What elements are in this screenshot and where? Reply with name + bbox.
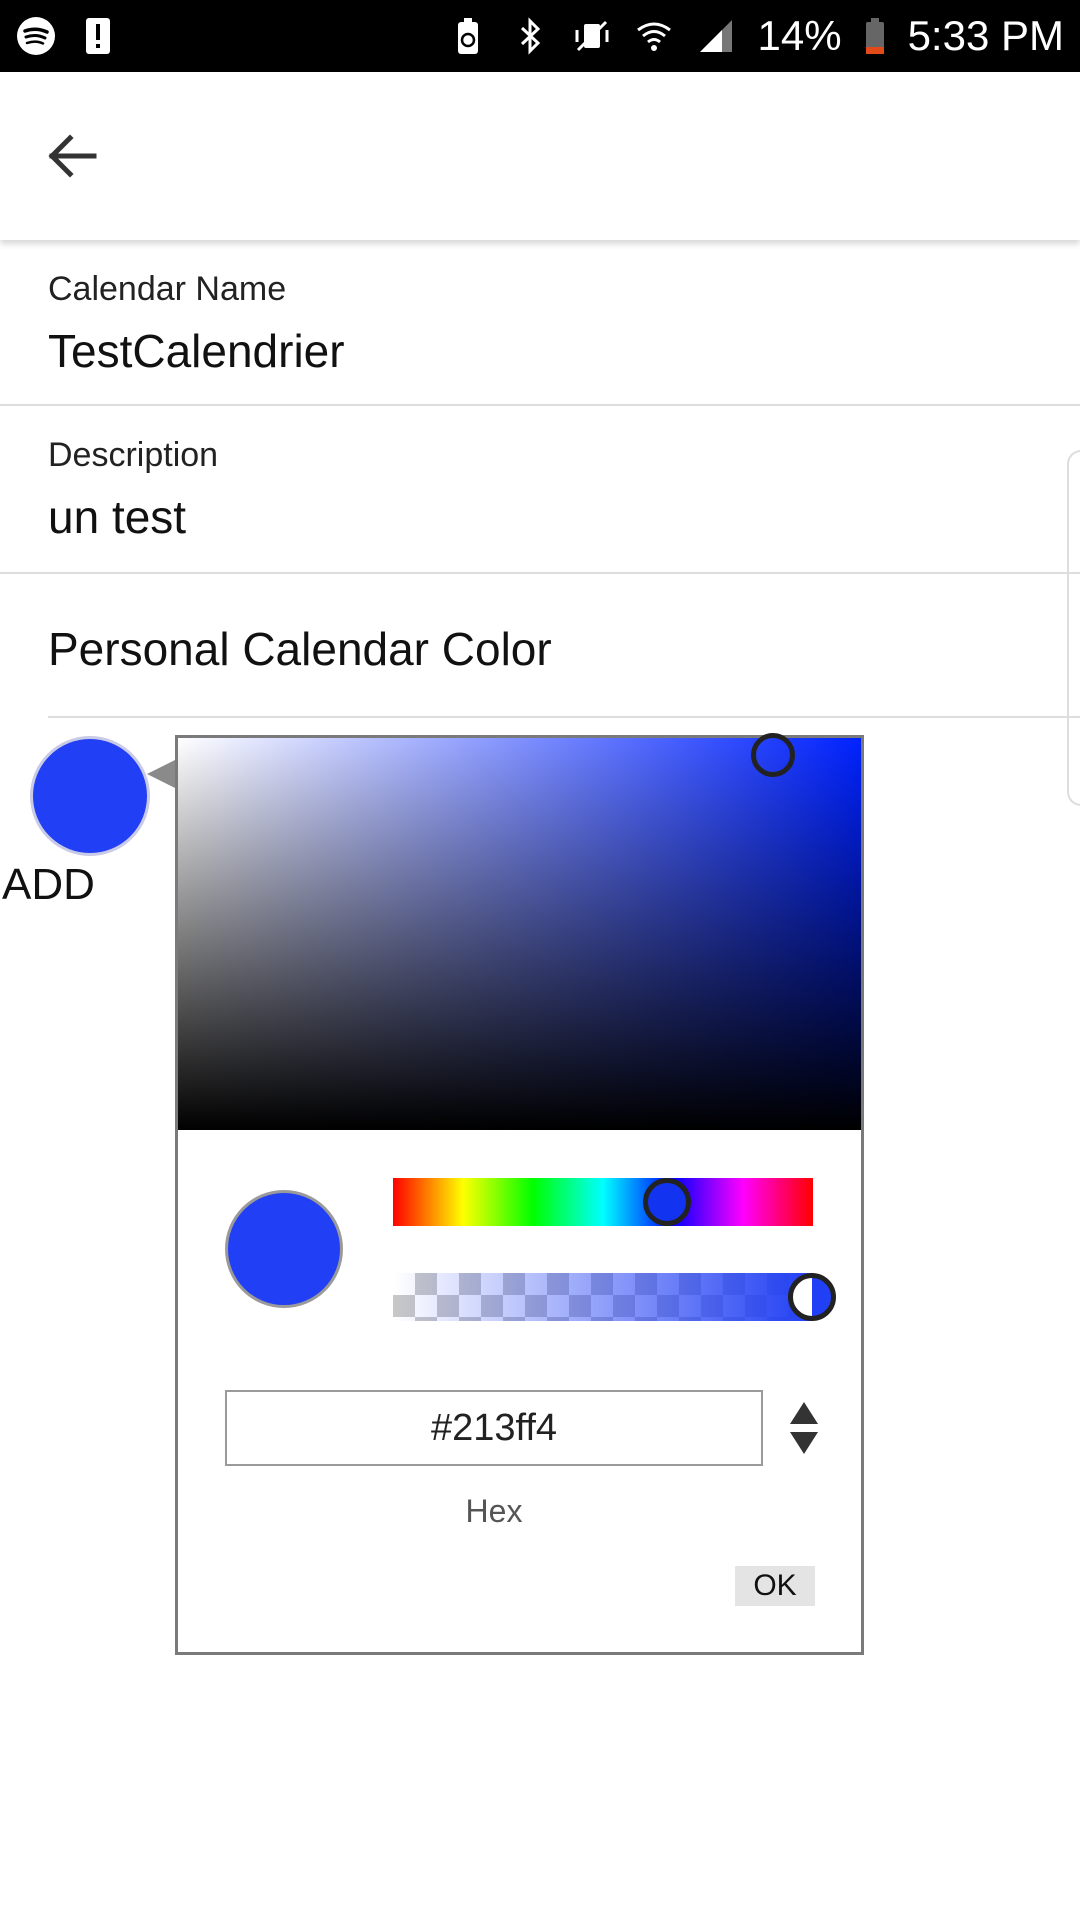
description-label: Description <box>48 436 219 474</box>
status-left <box>16 16 118 56</box>
spotify-icon <box>16 16 56 56</box>
hue-slider[interactable] <box>393 1178 813 1226</box>
ok-button[interactable]: OK <box>735 1566 815 1606</box>
color-preview-swatch <box>225 1190 343 1308</box>
back-button[interactable] <box>28 114 116 202</box>
battery-icon <box>864 16 886 56</box>
wifi-icon <box>634 16 674 56</box>
chevron-down-icon <box>790 1432 818 1454</box>
vibrate-icon <box>572 16 612 56</box>
color-picker: Hex OK <box>175 735 864 1655</box>
section-divider <box>48 716 1080 718</box>
alpha-slider-handle[interactable] <box>788 1273 836 1321</box>
alert-icon <box>78 16 118 56</box>
scroll-edge-indicator <box>1067 450 1080 806</box>
chevron-up-icon <box>790 1402 818 1424</box>
calendar-name-label: Calendar Name <box>48 270 287 308</box>
battery-percent: 14% <box>757 12 842 59</box>
saturation-value-area[interactable] <box>178 738 861 1130</box>
signal-icon <box>696 16 736 56</box>
color-section-title: Personal Calendar Color <box>48 623 552 675</box>
hue-slider-handle[interactable] <box>643 1178 691 1226</box>
description-field[interactable]: Description un test <box>0 406 1080 574</box>
add-color-button[interactable]: ADD <box>2 860 95 910</box>
bluetooth-icon <box>510 16 550 56</box>
status-right: 14% 5:33 PM <box>448 12 1064 60</box>
clock: 5:33 PM <box>907 12 1064 59</box>
calendar-name-value[interactable]: TestCalendrier <box>48 324 345 378</box>
alpha-slider[interactable] <box>393 1273 813 1321</box>
format-label: Hex <box>465 1493 523 1529</box>
picker-pointer <box>147 760 175 788</box>
app-bar <box>0 72 1080 240</box>
selected-color-swatch[interactable] <box>30 736 150 856</box>
description-value[interactable]: un test <box>48 490 186 544</box>
back-arrow-icon <box>44 128 100 189</box>
saturation-value-handle[interactable] <box>751 733 795 777</box>
status-bar: 14% 5:33 PM <box>0 0 1080 72</box>
format-toggle-button[interactable] <box>790 1402 818 1454</box>
battery-saver-icon <box>448 16 488 56</box>
calendar-name-field[interactable]: Calendar Name TestCalendrier <box>0 240 1080 406</box>
hex-input[interactable] <box>225 1390 763 1466</box>
